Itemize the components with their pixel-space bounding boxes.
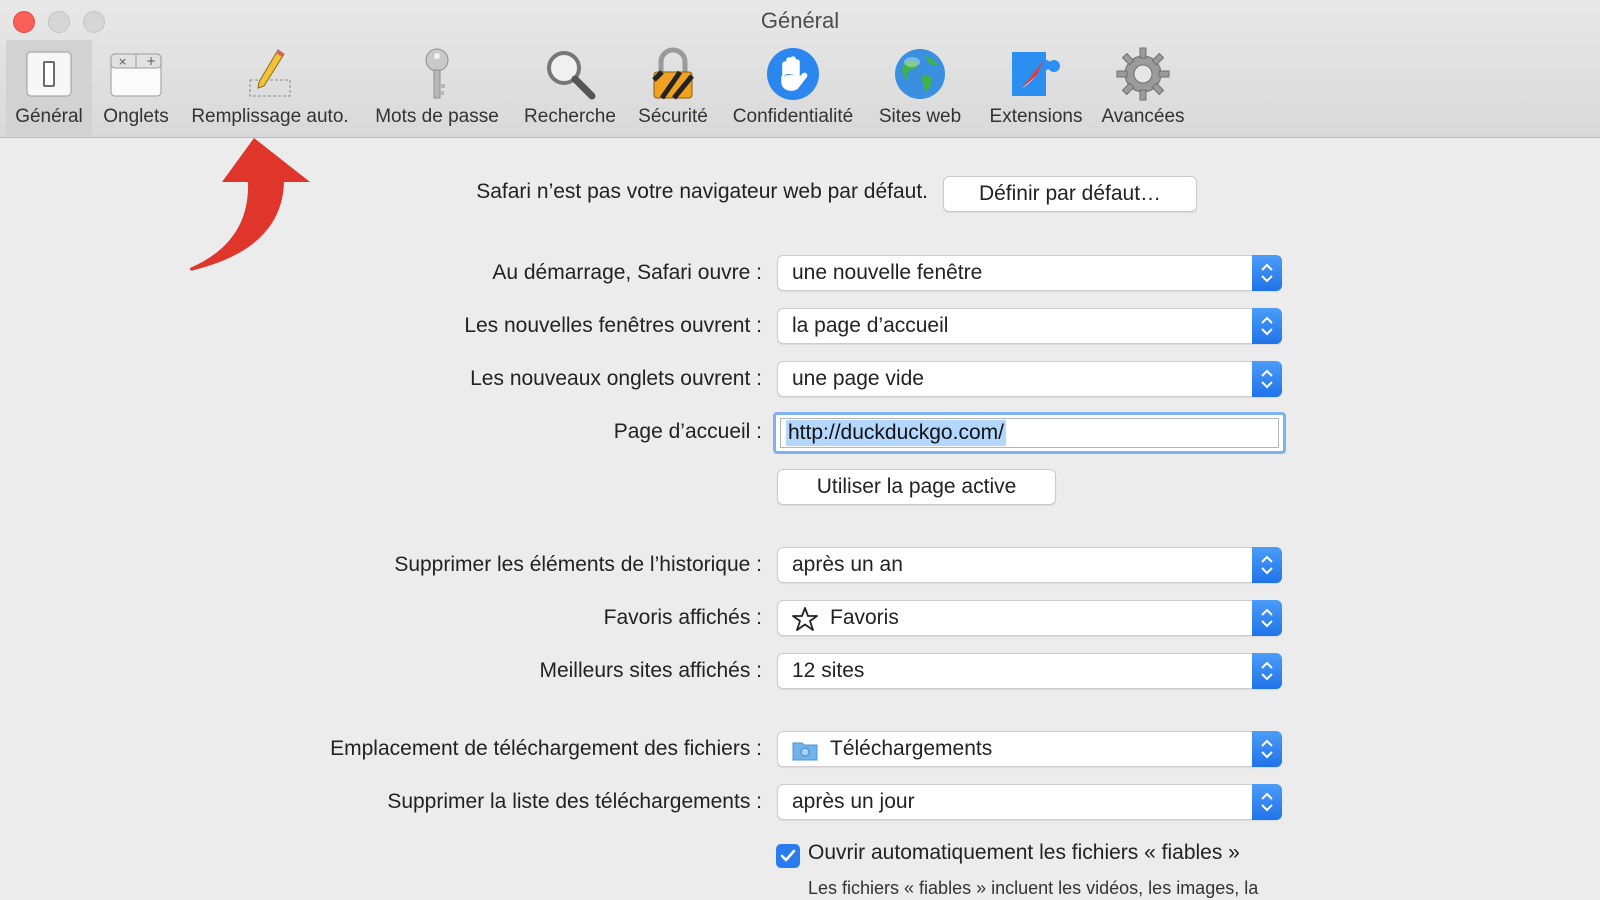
select-value: la page d’accueil xyxy=(792,314,949,337)
select-arrows-icon xyxy=(1252,547,1282,583)
new-windows-select[interactable]: la page d’accueil xyxy=(777,308,1282,344)
use-current-page-button[interactable]: Utiliser la page active xyxy=(777,469,1056,505)
tab-security[interactable]: Sécurité xyxy=(628,40,718,136)
new-tabs-label: Les nouveaux onglets ouvrent : xyxy=(470,367,762,390)
magnifier-icon xyxy=(542,46,598,102)
select-value: après un an xyxy=(792,553,903,576)
switch-icon xyxy=(21,46,77,102)
folder-icon xyxy=(792,738,818,762)
select-value: 12 sites xyxy=(792,659,865,682)
download-list-label: Supprimer la liste des téléchargements : xyxy=(387,790,762,813)
select-arrows-icon xyxy=(1252,784,1282,820)
select-value: une page vide xyxy=(792,367,924,390)
tab-label: Mots de passe xyxy=(375,106,499,127)
open-safe-files-label[interactable]: Ouvrir automatiquement les fichiers « fi… xyxy=(808,841,1240,865)
homepage-input-box[interactable]: http://duckduckgo.com/ xyxy=(780,418,1279,448)
new-tabs-select[interactable]: une page vide xyxy=(777,361,1282,397)
svg-text:×: × xyxy=(118,55,127,68)
pencil-icon xyxy=(242,46,298,102)
default-browser-message: Safari n’est pas votre navigateur web pa… xyxy=(476,180,928,203)
set-default-button[interactable]: Définir par défaut… xyxy=(943,176,1197,212)
tab-label: Avancées xyxy=(1101,106,1185,127)
select-value: Téléchargements xyxy=(830,737,993,760)
select-arrows-icon xyxy=(1252,361,1282,397)
puzzle-compass-icon xyxy=(1008,46,1064,102)
svg-text:+: + xyxy=(146,54,156,68)
history-select[interactable]: après un an xyxy=(777,547,1282,583)
favorites-select[interactable]: Favoris xyxy=(777,600,1282,636)
tab-advanced[interactable]: Avancées xyxy=(1092,40,1194,136)
startup-select[interactable]: une nouvelle fenêtre xyxy=(777,255,1282,291)
tab-extensions[interactable]: Extensions xyxy=(976,40,1096,136)
preferences-toolbar: Général Général × + Onglets Remplissage a… xyxy=(0,0,1600,138)
select-value: Favoris xyxy=(830,606,899,629)
tab-label: Sites web xyxy=(878,106,962,127)
checkmark-icon xyxy=(780,849,796,862)
tab-search[interactable]: Recherche xyxy=(516,40,624,136)
startup-label: Au démarrage, Safari ouvre : xyxy=(492,261,762,284)
hand-icon xyxy=(765,46,821,102)
globe-icon xyxy=(892,46,948,102)
safe-files-description: Les fichiers « fiables » incluent les vi… xyxy=(808,878,1259,898)
new-windows-label: Les nouvelles fenêtres ouvrent : xyxy=(464,314,762,337)
select-value: une nouvelle fenêtre xyxy=(792,261,983,284)
tab-general[interactable]: Général xyxy=(6,40,92,136)
window-title: Général xyxy=(760,8,840,33)
select-arrows-icon xyxy=(1252,731,1282,767)
download-location-label: Emplacement de téléchargement des fichie… xyxy=(330,737,762,760)
key-icon xyxy=(409,46,465,102)
tab-label: Confidentialité xyxy=(732,106,854,127)
padlock-icon xyxy=(645,46,701,102)
homepage-input[interactable]: http://duckduckgo.com/ xyxy=(773,412,1286,454)
tab-label: Extensions xyxy=(989,106,1083,127)
open-safe-files-checkbox[interactable] xyxy=(776,844,800,868)
tab-label: Onglets xyxy=(103,106,169,127)
tab-passwords[interactable]: Mots de passe xyxy=(362,40,512,136)
tab-label: Sécurité xyxy=(638,106,708,127)
top-sites-select[interactable]: 12 sites xyxy=(777,653,1282,689)
download-list-select[interactable]: après un jour xyxy=(777,784,1282,820)
tab-websites[interactable]: Sites web xyxy=(868,40,972,136)
tabs-icon: × + xyxy=(108,46,164,102)
select-arrows-icon xyxy=(1252,308,1282,344)
select-arrows-icon xyxy=(1252,255,1282,291)
gear-icon xyxy=(1115,46,1171,102)
homepage-value[interactable]: http://duckduckgo.com/ xyxy=(786,420,1006,446)
top-sites-label: Meilleurs sites affichés : xyxy=(539,659,762,682)
homepage-label: Page d’accueil : xyxy=(613,420,762,443)
tab-tabs[interactable]: × + Onglets xyxy=(94,40,178,136)
select-value: après un jour xyxy=(792,790,915,813)
tab-autofill[interactable]: Remplissage auto. xyxy=(184,40,356,136)
select-arrows-icon xyxy=(1252,600,1282,636)
tab-label: Remplissage auto. xyxy=(191,106,349,127)
star-icon xyxy=(792,607,818,631)
tab-privacy[interactable]: Confidentialité xyxy=(722,40,864,136)
favorites-label: Favoris affichés : xyxy=(603,606,762,629)
select-arrows-icon xyxy=(1252,653,1282,689)
tab-label: Recherche xyxy=(524,106,616,127)
history-label: Supprimer les éléments de l’historique : xyxy=(394,553,762,576)
tab-label: Général xyxy=(15,106,83,127)
download-location-select[interactable]: Téléchargements xyxy=(777,731,1282,767)
